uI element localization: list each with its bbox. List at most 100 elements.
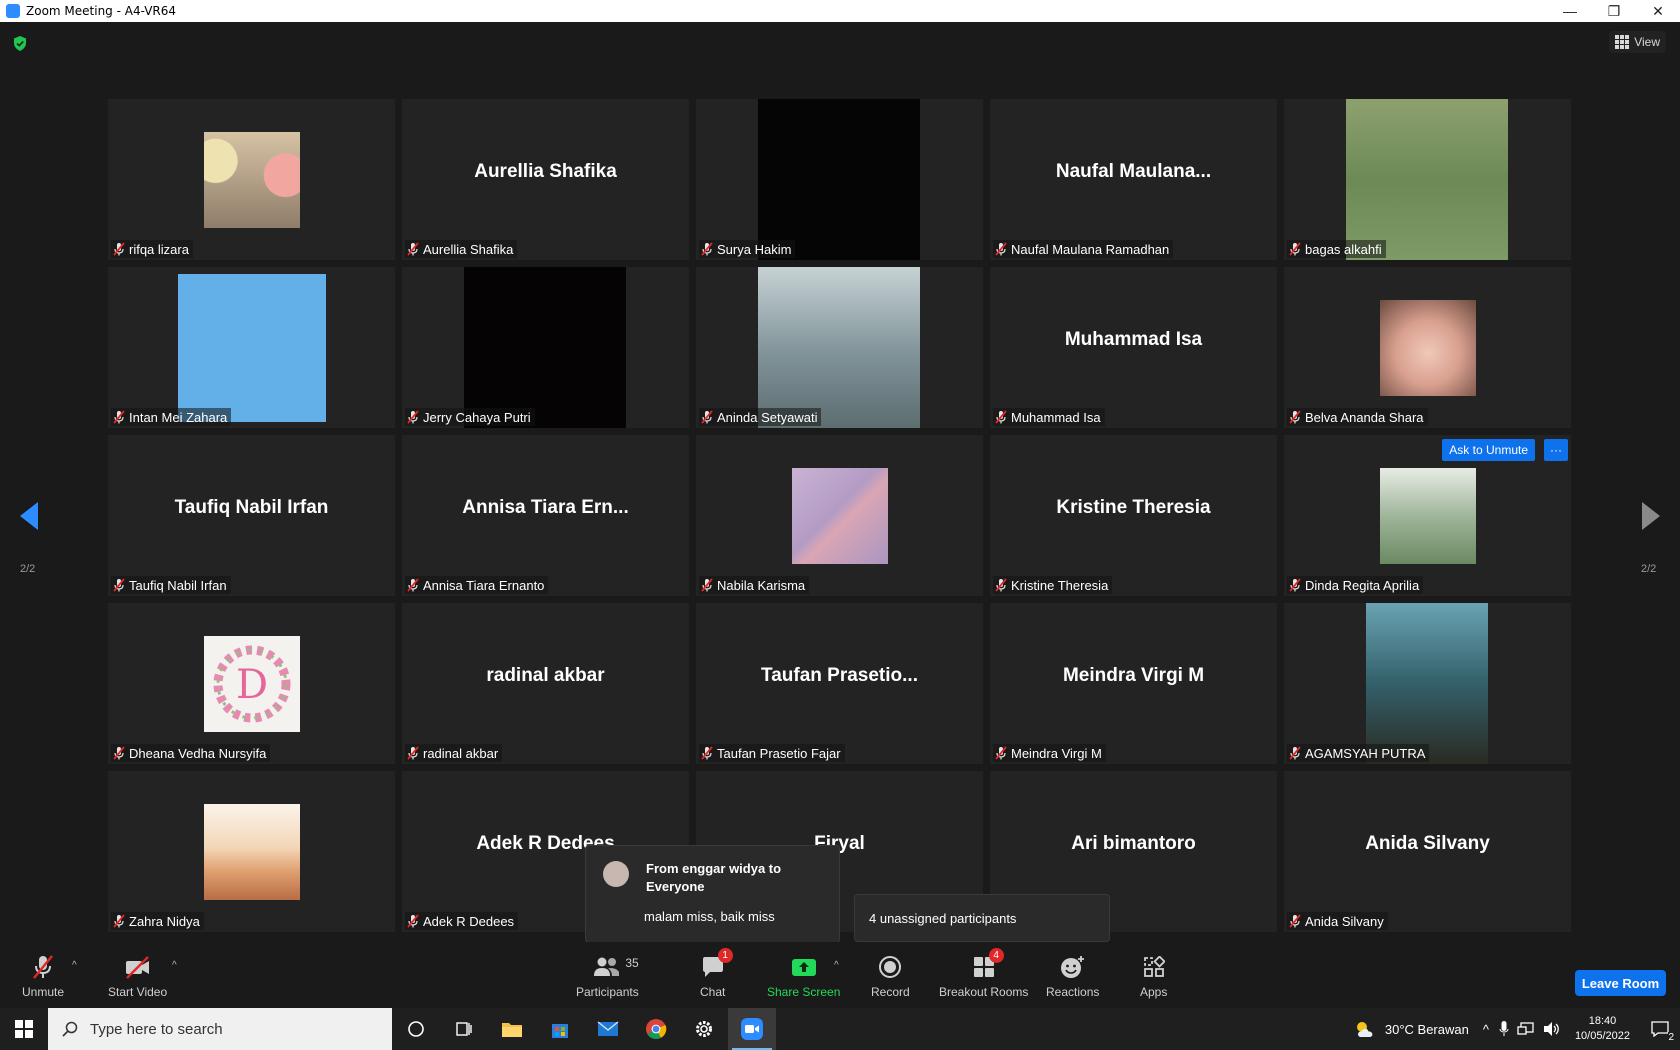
garden-photo [1380, 468, 1476, 564]
participant-name-label: Taufiq Nabil Irfan [111, 576, 231, 594]
participant-name: Nabila Karisma [717, 577, 806, 593]
participant-tile[interactable]: Kristine Theresia Kristine Theresia [990, 435, 1277, 596]
video-options-caret-icon[interactable]: ^ [172, 960, 177, 971]
mail-taskbar-icon[interactable] [584, 1008, 632, 1050]
participant-tile[interactable]: Annisa Tiara Ern... Annisa Tiara Ernanto [402, 435, 689, 596]
participant-name-label: Jerry Cahaya Putri [405, 408, 535, 426]
participant-name-label: Meindra Virgi M [993, 744, 1106, 762]
unassigned-participants-text: 4 unassigned participants [869, 910, 1017, 926]
participant-tile[interactable]: AGAMSYAH PUTRA [1284, 603, 1571, 764]
breakout-rooms-button[interactable]: 4 Breakout Rooms [939, 948, 1028, 999]
breakout-notification-popup[interactable]: 4 unassigned participants [854, 894, 1110, 942]
participant-tile[interactable]: Dinda Regita Aprilia Ask to Unmute ··· [1284, 435, 1571, 596]
cortana-button[interactable] [392, 1008, 440, 1050]
share-options-caret-icon[interactable]: ^ [834, 960, 839, 971]
ask-to-unmute-button[interactable]: Ask to Unmute [1442, 439, 1535, 461]
participant-tile[interactable]: Nabila Karisma [696, 435, 983, 596]
minimize-button[interactable]: — [1548, 0, 1592, 22]
participant-tile[interactable]: radinal akbar radinal akbar [402, 603, 689, 764]
share-screen-button[interactable]: Share Screen [767, 954, 840, 999]
participant-tile[interactable]: Zahra Nidya [108, 771, 395, 932]
muted-mic-icon [1289, 578, 1301, 592]
microsoft-store-taskbar-icon[interactable] [536, 1008, 584, 1050]
task-view-icon [456, 1022, 472, 1036]
participant-tile[interactable]: D Dheana Vedha Nursyifa [108, 603, 395, 764]
windows-taskbar: Type here to search 30°C Berawan ^ 18:40… [0, 1008, 1680, 1050]
muted-mic-icon [995, 578, 1007, 592]
desert-sunset-art [204, 804, 300, 900]
muted-mic-icon [1289, 914, 1301, 928]
weather-text[interactable]: 30°C Berawan [1385, 1022, 1469, 1037]
action-center-button[interactable]: 2 [1640, 1008, 1680, 1050]
taskbar-search-box[interactable]: Type here to search [48, 1008, 392, 1050]
participant-tile[interactable]: Meindra Virgi M Meindra Virgi M [990, 603, 1277, 764]
start-video-button[interactable]: Start Video [108, 954, 167, 999]
microphone-tray-icon[interactable] [1499, 1021, 1509, 1037]
participant-name: Aurellia Shafika [423, 241, 514, 257]
muted-mic-icon [1289, 242, 1301, 256]
search-placeholder: Type here to search [90, 1020, 223, 1038]
next-page-arrow-icon[interactable] [1640, 500, 1662, 532]
windows-start-button[interactable] [0, 1008, 48, 1050]
settings-taskbar-icon[interactable] [680, 1008, 728, 1050]
rainbow-sky-photo [792, 468, 888, 564]
participant-name: radinal akbar [423, 745, 499, 761]
participant-tile[interactable]: Surya Hakim [696, 99, 983, 260]
notification-icon [1651, 1021, 1669, 1037]
page-indicator-right: 2/2 [1641, 563, 1657, 575]
participant-name: Muhammad Isa [1011, 409, 1101, 425]
network-tray-icon[interactable] [1517, 1021, 1535, 1037]
participant-tile[interactable]: Aurellia Shafika Aurellia Shafika [402, 99, 689, 260]
zoom-taskbar-icon[interactable] [728, 1008, 776, 1050]
participant-display-name: Taufiq Nabil Irfan [174, 497, 329, 518]
file-explorer-taskbar-icon[interactable] [488, 1008, 536, 1050]
participant-tile[interactable]: Taufiq Nabil Irfan Taufiq Nabil Irfan [108, 435, 395, 596]
participant-tile[interactable]: Muhammad Isa Muhammad Isa [990, 267, 1277, 428]
tray-chevron-icon[interactable]: ^ [1483, 1022, 1489, 1037]
leave-room-button[interactable]: Leave Room [1575, 970, 1666, 996]
audio-options-caret-icon[interactable]: ^ [72, 960, 77, 971]
participant-name: Meindra Virgi M [1011, 745, 1102, 761]
view-button-label: View [1634, 35, 1660, 49]
volume-tray-icon[interactable] [1543, 1021, 1561, 1037]
participant-tile[interactable]: rifqa lizara [108, 99, 395, 260]
participant-name-label: Aurellia Shafika [405, 240, 518, 258]
grid-view-icon [1615, 35, 1630, 49]
participant-tile[interactable]: Intan Mei Zahara [108, 267, 395, 428]
zoom-camera-icon [741, 1018, 763, 1040]
task-view-button[interactable] [440, 1008, 488, 1050]
participant-tile[interactable]: Taufan Prasetio... Taufan Prasetio Fajar [696, 603, 983, 764]
participant-name-label: radinal akbar [405, 744, 503, 762]
black-video [464, 267, 626, 428]
taskbar-clock[interactable]: 18:40 10/05/2022 [1575, 1014, 1630, 1044]
participant-tile[interactable]: Naufal Maulana... Naufal Maulana Ramadhan [990, 99, 1277, 260]
chrome-taskbar-icon[interactable] [632, 1008, 680, 1050]
stairs-photo [758, 267, 920, 428]
chat-button[interactable]: 1 Chat [700, 948, 733, 999]
participant-tile[interactable]: Jerry Cahaya Putri [402, 267, 689, 428]
restore-button[interactable]: ❐ [1592, 0, 1636, 22]
participant-display-name: Ari bimantoro [1071, 833, 1196, 854]
participants-button[interactable]: 35 Participants [576, 954, 639, 999]
participant-display-name: Muhammad Isa [1064, 329, 1203, 350]
apps-button[interactable]: Apps [1140, 954, 1167, 999]
previous-page-arrow-icon[interactable] [18, 500, 40, 532]
participant-tile[interactable]: bagas alkahfi [1284, 99, 1571, 260]
more-options-button[interactable]: ··· [1544, 439, 1568, 461]
participant-tile[interactable]: Anida Silvany Anida Silvany [1284, 771, 1571, 932]
unmute-button[interactable]: Unmute [22, 954, 64, 999]
encryption-shield-icon[interactable] [13, 36, 27, 51]
reactions-button[interactable]: Reactions [1046, 954, 1099, 999]
close-button[interactable]: ✕ [1636, 0, 1680, 22]
participant-tile[interactable]: Aninda Setyawati [696, 267, 983, 428]
chrome-icon [646, 1019, 667, 1040]
record-button[interactable]: Record [871, 954, 910, 999]
chat-notification-popup[interactable]: From enggar widya to Everyone malam miss… [585, 845, 840, 943]
search-icon [62, 1021, 78, 1037]
video-off-icon [125, 956, 149, 979]
participant-name-label: Aninda Setyawati [699, 408, 822, 426]
store-bag-icon [552, 1024, 568, 1038]
view-button[interactable]: View [1609, 31, 1666, 53]
muted-mic-icon [407, 914, 419, 928]
participant-tile[interactable]: Belva Ananda Shara [1284, 267, 1571, 428]
